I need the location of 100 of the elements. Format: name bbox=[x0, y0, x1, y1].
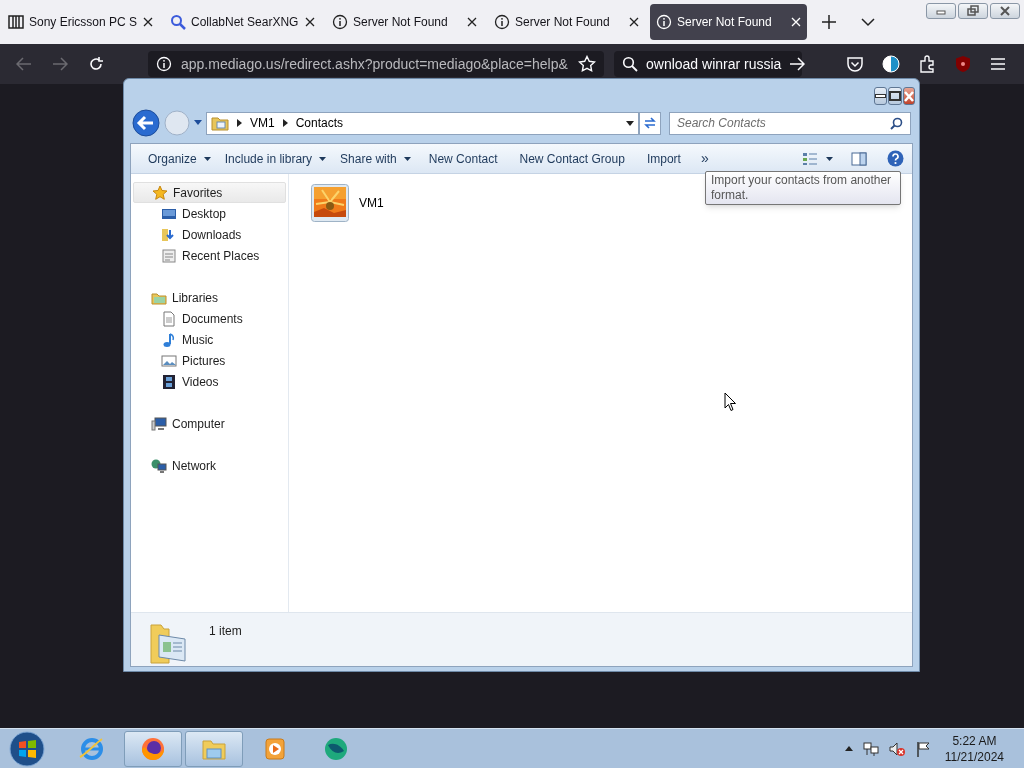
minimize-button[interactable] bbox=[874, 87, 887, 105]
minimize-icon bbox=[875, 94, 886, 98]
history-dropdown-icon[interactable] bbox=[194, 120, 202, 126]
breadcrumb-arrow-icon bbox=[282, 119, 288, 127]
dropdown-arrow-icon[interactable] bbox=[626, 120, 634, 126]
pictures-icon bbox=[161, 352, 177, 369]
restore-button[interactable] bbox=[958, 3, 988, 19]
start-button[interactable] bbox=[9, 730, 45, 767]
close-button[interactable] bbox=[903, 87, 915, 105]
browser-tab[interactable]: Server Not Found bbox=[326, 4, 483, 40]
download-folder-icon bbox=[161, 226, 177, 243]
search-icon bbox=[170, 14, 186, 30]
nav-item[interactable]: Recent Places bbox=[131, 245, 288, 266]
breadcrumb[interactable]: VM1 bbox=[250, 114, 275, 132]
back-button[interactable] bbox=[132, 109, 160, 137]
flag-icon[interactable] bbox=[914, 740, 931, 757]
search-icon bbox=[622, 56, 638, 72]
menu-icon[interactable] bbox=[990, 57, 1006, 71]
forward-icon[interactable] bbox=[52, 57, 68, 71]
toolbar-button[interactable]: Import bbox=[638, 146, 689, 171]
pocket-icon[interactable] bbox=[846, 55, 864, 73]
preview-pane-icon[interactable] bbox=[851, 151, 867, 166]
reload-icon[interactable] bbox=[88, 56, 104, 72]
toolbar-label: Include in library bbox=[224, 150, 313, 168]
recent-places-icon bbox=[161, 247, 177, 264]
nav-item[interactable]: Computer bbox=[133, 413, 286, 434]
chevron-down-icon[interactable] bbox=[861, 17, 875, 27]
help-icon[interactable] bbox=[887, 150, 904, 167]
tab-title: CollabNet SearXNG bbox=[191, 14, 300, 31]
toolbar-label: Organize bbox=[148, 150, 197, 168]
network-icon[interactable] bbox=[862, 740, 879, 757]
bookmark-star-icon[interactable] bbox=[578, 55, 596, 73]
info-icon bbox=[494, 14, 510, 30]
cursor-icon bbox=[724, 392, 737, 412]
contact-item[interactable]: VM1 bbox=[311, 184, 384, 222]
breadcrumb[interactable]: Contacts bbox=[295, 114, 344, 132]
toolbar-menu[interactable]: Organize bbox=[141, 146, 218, 171]
contacts-folder-icon bbox=[211, 115, 229, 131]
network-icon bbox=[151, 457, 167, 474]
contrast-icon[interactable] bbox=[882, 55, 900, 73]
nav-item[interactable]: Network bbox=[133, 455, 286, 476]
toolbar-menu[interactable]: Include in library bbox=[217, 146, 334, 171]
search-field[interactable]: Search Contacts bbox=[669, 111, 911, 135]
search-field[interactable]: ownload winrar russia bbox=[614, 51, 802, 77]
arrow-right-icon[interactable] bbox=[789, 57, 806, 71]
toolbar-button[interactable]: New Contact Group bbox=[511, 146, 633, 171]
nav-item[interactable]: Favorites bbox=[133, 182, 286, 203]
close-icon bbox=[904, 90, 914, 102]
address-bar[interactable]: app.mediago.us/redirect.ashx?product=mediago&place=help& bbox=[148, 51, 604, 77]
caret-icon[interactable] bbox=[826, 156, 833, 161]
caret-icon bbox=[403, 156, 411, 161]
computer-icon bbox=[151, 415, 167, 432]
maximize-button[interactable] bbox=[888, 87, 902, 105]
close-icon[interactable] bbox=[305, 17, 315, 27]
back-icon[interactable] bbox=[16, 57, 32, 71]
volume-muted-icon[interactable] bbox=[888, 740, 905, 757]
close-icon[interactable] bbox=[143, 17, 153, 27]
status-text: 1 item bbox=[209, 623, 242, 640]
url-text: app.mediago.us/redirect.ashx?product=mediago&place=help& bbox=[181, 54, 569, 74]
browser-tab[interactable]: Server Not Found bbox=[488, 4, 645, 40]
breadcrumb-arrow-icon bbox=[237, 119, 242, 127]
music-note-icon bbox=[161, 331, 177, 348]
shield-icon[interactable] bbox=[954, 55, 972, 73]
browser-tab[interactable]: CollabNet SearXNG bbox=[164, 4, 321, 40]
tab-title: Server Not Found bbox=[515, 14, 611, 31]
close-icon[interactable] bbox=[467, 17, 477, 27]
browser-tab[interactable]: Sony Ericsson PC S bbox=[2, 4, 159, 40]
more-button[interactable]: » bbox=[691, 146, 718, 171]
columns-icon bbox=[8, 14, 24, 30]
document-icon bbox=[161, 310, 177, 327]
nav-item[interactable]: Downloads bbox=[131, 224, 288, 245]
refresh-button[interactable] bbox=[639, 111, 661, 135]
tab-title: Server Not Found bbox=[677, 14, 773, 31]
close-icon[interactable] bbox=[629, 17, 639, 27]
toolbar-menu[interactable]: Share with bbox=[333, 146, 418, 171]
nav-item[interactable]: Pictures bbox=[131, 350, 288, 371]
puzzle-icon[interactable] bbox=[918, 55, 936, 73]
view-options-icon[interactable] bbox=[802, 151, 818, 166]
address-field[interactable]: VM1 Contacts bbox=[206, 111, 639, 135]
toolbar-label: Share with bbox=[340, 150, 397, 168]
browser-tab[interactable]: Server Not Found bbox=[650, 4, 807, 40]
nav-item[interactable]: Documents bbox=[131, 308, 288, 329]
info-icon bbox=[332, 14, 348, 30]
caret-icon bbox=[319, 156, 327, 161]
refresh-icon bbox=[643, 117, 657, 129]
search-text: ownload winrar russia bbox=[646, 54, 782, 74]
taskbar-app[interactable] bbox=[124, 730, 182, 767]
close-button[interactable] bbox=[990, 3, 1020, 19]
new-tab-icon[interactable] bbox=[822, 15, 836, 29]
nav-item[interactable]: Desktop bbox=[131, 203, 288, 224]
tooltip: Import your contacts from another format. bbox=[705, 171, 901, 205]
toolbar-button[interactable]: New Contact bbox=[420, 146, 506, 171]
chevron-up-icon[interactable] bbox=[844, 746, 853, 751]
maximize-icon bbox=[889, 91, 901, 101]
nav-item[interactable]: Libraries bbox=[133, 287, 286, 308]
nav-item[interactable]: Videos bbox=[131, 371, 288, 392]
clock[interactable]: 5:22 AM 11/21/2024 bbox=[944, 732, 1004, 765]
nav-item[interactable]: Music bbox=[131, 329, 288, 350]
info-icon bbox=[156, 56, 172, 72]
film-icon bbox=[161, 373, 177, 390]
